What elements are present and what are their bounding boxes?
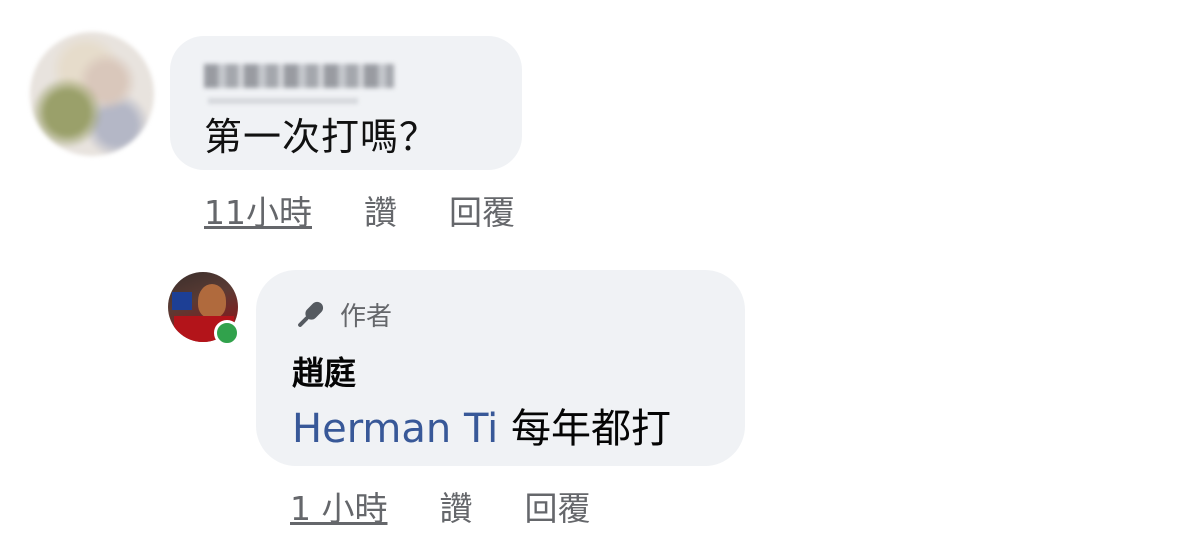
commenter-subtitle-blurred [208,98,358,104]
microphone-icon [298,301,324,327]
reply-text: Herman Ti 每年都打 [292,396,671,454]
commenter-avatar[interactable] [30,32,154,156]
reply-bubble: 作者 趙庭 Herman Ti 每年都打 [256,270,745,466]
author-badge: 作者 [292,296,392,333]
like-button[interactable]: 讚 [440,489,473,528]
avatar-flag-detail [172,292,192,310]
reply-actions: 1 小時 讚 回覆 [290,482,591,530]
comment-text: 第一次打嗎？ [204,115,439,159]
reply-timestamp-link[interactable]: 1 小時 [290,489,388,528]
comment-actions: 11小時 讚 回覆 [204,186,515,234]
reply-button[interactable]: 回覆 [525,489,591,528]
commenter-name-blurred[interactable] [204,64,394,88]
comment-thread: 第一次打嗎？ 11小時讚回覆 作者 趙庭 Herman Ti 每年都打 1 小時… [0,0,1200,537]
avatar-person-detail [198,284,226,318]
comment-bubble: 第一次打嗎？ [170,36,522,170]
reply-button[interactable]: 回覆 [449,193,515,232]
reply-body: 每年都打 [511,406,672,452]
like-button[interactable]: 讚 [364,193,397,232]
comment-timestamp-link[interactable]: 11小時 [204,193,312,232]
author-badge-label: 作者 [340,302,393,332]
mention-link[interactable]: Herman Ti [292,406,498,452]
reply-author-name[interactable]: 趙庭 [292,348,356,394]
online-status-dot [214,320,240,346]
